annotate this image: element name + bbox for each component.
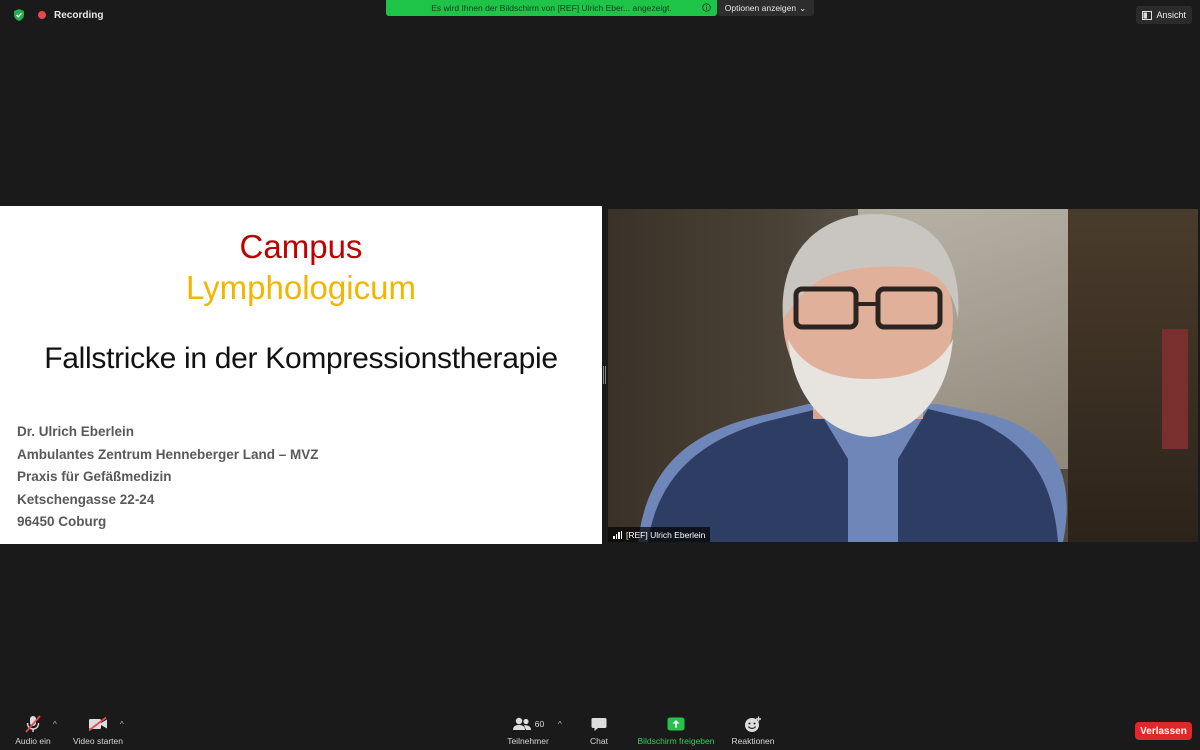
chat-label: Chat: [590, 736, 608, 746]
author-line: Ambulantes Zentrum Henneberger Land – MV…: [17, 446, 319, 462]
chevron-down-icon: ⌄: [799, 2, 807, 13]
share-banner-text: Es wird Ihnen der Bildschirm von [REF] U…: [431, 3, 672, 13]
share-screen-button[interactable]: Bildschirm freigeben: [632, 712, 720, 750]
share-screen-label: Bildschirm freigeben: [637, 736, 715, 746]
microphone-muted-icon: [25, 715, 41, 733]
author-line: 96450 Coburg: [17, 514, 107, 529]
recording-label[interactable]: Recording: [54, 10, 103, 21]
chat-button[interactable]: Chat: [585, 712, 613, 750]
signal-strength-icon: [613, 530, 622, 539]
share-banner: Es wird Ihnen der Bildschirm von [REF] U…: [386, 0, 717, 16]
author-line: Ketschengasse 22-24: [17, 491, 155, 507]
participant-name: [REF] Ulrich Eberlein: [626, 529, 706, 540]
share-screen-icon: [667, 717, 685, 731]
audio-label: Audio ein: [15, 736, 51, 746]
audio-button[interactable]: Audio ein: [12, 712, 54, 750]
participants-label: Teilnehmer: [507, 736, 549, 746]
reactions-button[interactable]: Reaktionen: [729, 712, 777, 750]
speaker-figure: [638, 214, 1067, 542]
recording-dot-icon: [38, 11, 46, 19]
split-resize-handle[interactable]: [603, 366, 607, 384]
participant-name-tag: [REF] Ulrich Eberlein: [608, 527, 711, 542]
info-icon[interactable]: [702, 3, 711, 12]
video-options-caret-icon[interactable]: ^: [120, 720, 124, 729]
reactions-label: Reaktionen: [731, 736, 775, 746]
chat-icon: [591, 717, 607, 731]
participants-button[interactable]: 60 Teilnehmer: [503, 712, 553, 750]
audio-options-caret-icon[interactable]: ^: [53, 720, 57, 729]
view-layout-icon: [1142, 10, 1153, 20]
slide-title-line2: Lymphologicum: [186, 269, 416, 306]
view-button[interactable]: Ansicht: [1136, 6, 1192, 24]
author-line: Dr. Ulrich Eberlein: [17, 424, 135, 439]
meeting-toolbar: Audio ein ^ Video starten ^ 60 Teilnehme…: [0, 712, 1200, 750]
video-label: Video starten: [73, 736, 123, 746]
author-line: Praxis für Gefäßmedizin: [17, 469, 172, 484]
top-status: Recording: [12, 8, 103, 22]
speaker-video[interactable]: [608, 209, 1198, 542]
shared-screen: Campus Lymphologicum Fallstricke in der …: [0, 206, 602, 544]
view-label: Ansicht: [1156, 10, 1186, 20]
participants-options-caret-icon[interactable]: ^: [558, 720, 562, 729]
view-options-label: Optionen anzeigen: [724, 3, 797, 13]
slide-title-line1: Campus: [239, 228, 363, 265]
slide-author-block: Dr. Ulrich Eberlein Ambulantes Zentrum H…: [17, 421, 319, 534]
shield-icon[interactable]: [12, 8, 26, 22]
participants-count: 60: [534, 719, 545, 729]
reactions-icon: [745, 716, 761, 732]
participants-icon: [512, 717, 531, 730]
view-options-button[interactable]: Optionen anzeigen ⌄: [717, 0, 814, 16]
leave-meeting-button[interactable]: Verlassen: [1135, 722, 1192, 740]
video-button[interactable]: Video starten: [70, 712, 126, 750]
camera-off-icon: [88, 717, 107, 731]
slide-subtitle: Fallstricke in der Kompressionstherapie: [44, 342, 558, 375]
